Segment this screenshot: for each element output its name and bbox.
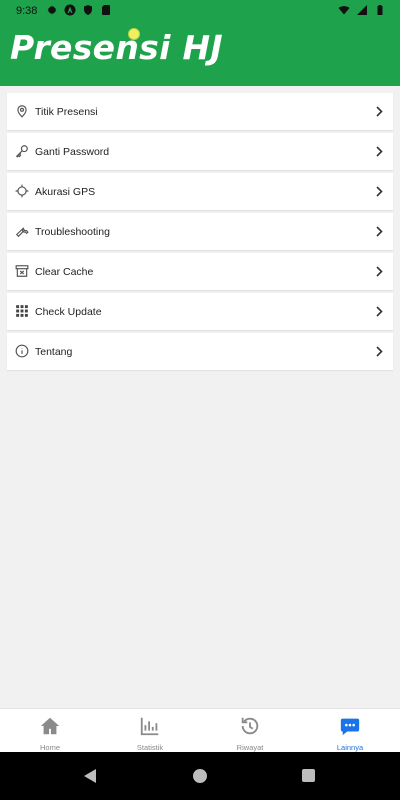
location-pin-icon	[15, 104, 29, 118]
nav-label: Statistik	[136, 743, 164, 752]
nav-label: Home	[39, 743, 60, 752]
menu-item-troubleshooting[interactable]: Troubleshooting	[7, 213, 393, 250]
archive-icon	[15, 264, 29, 278]
menu-item-label: Tentang	[35, 345, 73, 358]
bar-chart-icon	[140, 717, 159, 736]
shield-icon	[84, 5, 92, 15]
status-notification-icons	[46, 4, 112, 16]
menu-item-label: Clear Cache	[35, 265, 94, 278]
battery-icon	[377, 5, 383, 15]
chevron-right-icon	[376, 106, 383, 117]
more-chat-icon	[340, 718, 360, 736]
settings-menu: Titik Presensi Ganti Password Akurasi GP…	[7, 93, 393, 373]
nav-label: Riwayat	[236, 743, 264, 752]
nav-tab-home[interactable]: Home	[0, 709, 100, 752]
gps-crosshair-icon	[15, 184, 29, 198]
menu-item-label: Troubleshooting	[35, 225, 110, 238]
menu-item-akurasi-gps[interactable]: Akurasi GPS	[7, 173, 393, 210]
app-header: 9:38 Presensi HJ	[0, 0, 400, 86]
menu-item-tentang[interactable]: Tentang	[7, 333, 393, 370]
status-system-icons	[338, 4, 386, 16]
nav-label: Lainnya	[336, 743, 364, 752]
menu-item-label: Check Update	[35, 305, 102, 318]
info-icon	[15, 344, 29, 358]
nav-tab-statistik[interactable]: Statistik	[100, 709, 200, 752]
back-icon[interactable]	[84, 769, 96, 783]
chevron-right-icon	[376, 306, 383, 317]
system-navigation-bar	[0, 752, 400, 800]
chevron-right-icon	[376, 226, 383, 237]
recents-square-icon[interactable]	[302, 769, 315, 782]
menu-item-label: Titik Presensi	[35, 105, 98, 118]
chevron-right-icon	[376, 186, 383, 197]
menu-item-label: Akurasi GPS	[35, 185, 96, 198]
chevron-right-icon	[376, 146, 383, 157]
nav-tab-lainnya[interactable]: Lainnya	[300, 709, 400, 752]
menu-item-clear-cache[interactable]: Clear Cache	[7, 253, 393, 290]
sd-card-icon	[102, 5, 110, 15]
menu-item-label: Ganti Password	[35, 145, 110, 158]
cell-signal-icon	[357, 5, 367, 15]
wrench-icon	[15, 224, 29, 238]
settings-gear-icon	[47, 5, 57, 15]
home-icon	[40, 717, 60, 735]
history-icon	[241, 717, 259, 735]
menu-item-check-update[interactable]: Check Update	[7, 293, 393, 330]
app-a-icon	[64, 4, 76, 16]
title-logo-dot	[128, 28, 140, 40]
status-time: 9:38	[16, 5, 38, 17]
grid-dots-icon	[15, 304, 29, 318]
nav-tab-riwayat[interactable]: Riwayat	[200, 709, 300, 752]
bottom-navigation: Home Statistik Riwayat Lainnya	[0, 708, 400, 752]
home-circle-icon[interactable]	[193, 769, 207, 783]
key-icon	[15, 144, 29, 158]
menu-item-titik-presensi[interactable]: Titik Presensi	[7, 93, 393, 130]
chevron-right-icon	[376, 266, 383, 277]
chevron-right-icon	[376, 346, 383, 357]
menu-item-ganti-password[interactable]: Ganti Password	[7, 133, 393, 170]
status-bar: 9:38	[0, 0, 400, 22]
wifi-icon	[338, 6, 350, 15]
app-title: Presensi HJ	[10, 28, 223, 67]
